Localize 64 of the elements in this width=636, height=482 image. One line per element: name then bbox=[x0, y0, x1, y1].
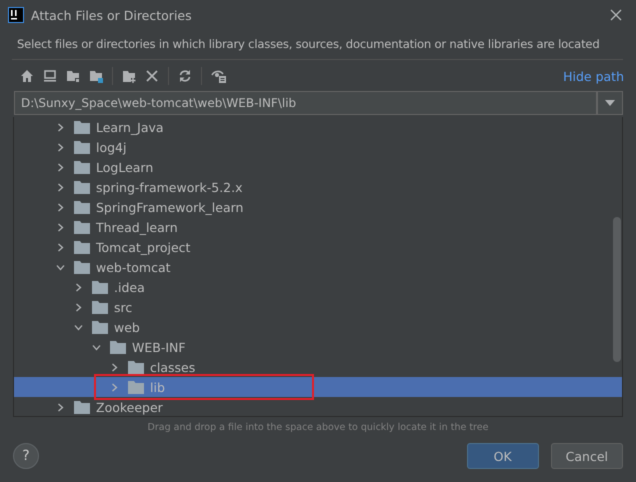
tree-row[interactable]: WEB-INF bbox=[14, 337, 622, 357]
chevron-right-icon[interactable] bbox=[56, 242, 65, 252]
folder-icon bbox=[92, 280, 108, 294]
tree-row[interactable]: Zookeeper bbox=[14, 397, 622, 417]
show-hidden-icon[interactable] bbox=[211, 68, 227, 84]
description-text: Select files or directories in which library classes, sources, documentation or native libraries are located bbox=[16, 36, 601, 53]
dropdown-button[interactable] bbox=[597, 91, 623, 115]
chevron-right-icon[interactable] bbox=[110, 362, 119, 372]
chevron-right-icon[interactable] bbox=[56, 182, 65, 192]
chevron-right-icon[interactable] bbox=[56, 162, 65, 172]
path-field[interactable]: D:\Sunxy_Space\web-tomcat\web\WEB-INF\lib bbox=[14, 91, 597, 115]
chevron-down-icon[interactable] bbox=[74, 322, 83, 332]
tree-row[interactable]: web-tomcat bbox=[14, 257, 622, 277]
folder-icon bbox=[74, 200, 90, 214]
home-icon[interactable] bbox=[20, 69, 34, 83]
tree-row[interactable]: web bbox=[14, 317, 622, 337]
chevron-right-icon[interactable] bbox=[56, 222, 65, 232]
hint-text: Drag and drop a file into the space above to quickly locate it in the tree bbox=[146, 421, 490, 433]
folder-icon[interactable] bbox=[89, 69, 103, 83]
window-title: Attach Files or Directories bbox=[31, 8, 193, 22]
dialog-button[interactable]: OK bbox=[466, 443, 539, 469]
folder-icon bbox=[92, 300, 108, 314]
chevron-right-icon[interactable] bbox=[56, 402, 65, 412]
tree-row[interactable]: Learn_Java bbox=[14, 117, 622, 137]
folder-icon bbox=[74, 140, 90, 154]
refresh-icon[interactable] bbox=[178, 69, 192, 83]
tree-row[interactable]: SpringFramework_learn bbox=[14, 197, 622, 217]
folder-icon bbox=[74, 220, 90, 234]
folder-icon bbox=[74, 180, 90, 194]
hide-path-link[interactable]: Hide path bbox=[563, 68, 624, 84]
dialog-button[interactable]: Cancel bbox=[550, 443, 623, 469]
dropdown-caret-icon[interactable] bbox=[605, 100, 615, 106]
monitor-icon[interactable] bbox=[43, 69, 57, 83]
folder-icon bbox=[74, 260, 90, 274]
scrollbar-thumb[interactable] bbox=[613, 217, 621, 362]
folder-icon bbox=[74, 400, 90, 414]
chevron-right-icon[interactable] bbox=[74, 302, 83, 312]
delete-icon[interactable] bbox=[145, 69, 159, 83]
chevron-right-icon[interactable] bbox=[56, 202, 65, 212]
tree-row[interactable]: spring-framework-5.2.x bbox=[14, 177, 622, 197]
tree-row[interactable]: classes bbox=[14, 357, 622, 377]
new-folder-icon[interactable] bbox=[122, 69, 136, 83]
chevron-down-icon[interactable] bbox=[56, 262, 65, 272]
folder-icon bbox=[74, 240, 90, 254]
tree-row[interactable]: Tomcat_project bbox=[14, 237, 622, 257]
app-logo-icon bbox=[8, 7, 24, 23]
help-button[interactable]: ? bbox=[13, 443, 39, 469]
folder-icon bbox=[110, 340, 126, 354]
tree-row[interactable]: log4j bbox=[14, 137, 622, 157]
chevron-right-icon[interactable] bbox=[56, 122, 65, 132]
folder-icon bbox=[128, 380, 144, 394]
chevron-right-icon[interactable] bbox=[56, 142, 65, 152]
tree-row[interactable]: Thread_learn bbox=[14, 217, 622, 237]
close-icon[interactable] bbox=[610, 9, 622, 21]
folder-icon bbox=[74, 160, 90, 174]
folder-icon bbox=[74, 120, 90, 134]
chevron-right-icon[interactable] bbox=[74, 282, 83, 292]
folder-icon bbox=[92, 320, 108, 334]
tree-row[interactable]: src bbox=[14, 297, 622, 317]
chevron-down-icon[interactable] bbox=[92, 342, 101, 352]
tree-row[interactable]: .idea bbox=[14, 277, 622, 297]
folder-icon[interactable] bbox=[66, 69, 80, 83]
folder-icon bbox=[128, 360, 144, 374]
tree-row[interactable]: LogLearn bbox=[14, 157, 622, 177]
